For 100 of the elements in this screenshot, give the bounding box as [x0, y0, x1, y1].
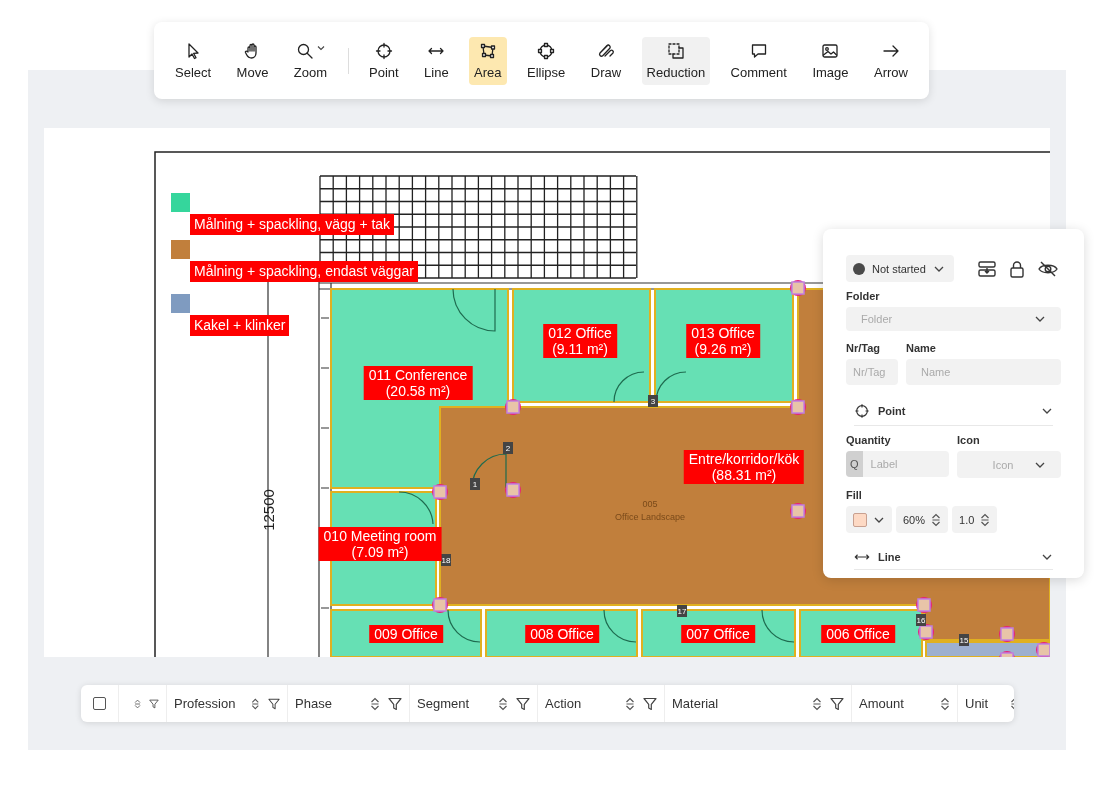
search-icon: [295, 41, 314, 60]
room-label: Entre/korridor/kök (88.31 m²): [683, 450, 805, 484]
sort-icon[interactable]: [812, 696, 822, 711]
chevron-down-icon: [1034, 315, 1046, 323]
fill-color-select[interactable]: [846, 506, 892, 533]
crosshair-icon: [854, 403, 870, 419]
door-tag: 3: [648, 395, 658, 407]
door-tag: 1: [470, 478, 480, 490]
chevron-down-icon: [932, 264, 945, 273]
marker-icon: [790, 399, 806, 415]
marker-icon: [432, 597, 448, 613]
door-tag: 16: [916, 614, 926, 626]
hidden-icon[interactable]: [1037, 260, 1059, 277]
legend-label: Målning + spackling, endast väggar: [190, 261, 418, 282]
legend-label: Kakel + klinker: [190, 315, 290, 336]
room-label: 011 Conference (20.58 m²): [363, 366, 473, 400]
room-label: 010 Meeting room (7.09 m²): [318, 527, 442, 561]
room-label: 008 Office: [525, 625, 599, 643]
filter-icon[interactable]: [268, 696, 280, 711]
marker-icon: [505, 482, 521, 498]
quantity-field[interactable]: Q Label: [846, 451, 949, 477]
sort-icon[interactable]: [625, 696, 635, 711]
door-tag: 18: [441, 554, 451, 566]
layers-icon[interactable]: [977, 259, 997, 278]
marker-icon: [790, 503, 806, 519]
marker-icon: [505, 399, 521, 415]
field-label: Icon: [957, 434, 981, 446]
line-section-header[interactable]: Line: [854, 545, 1053, 570]
chevron-down-icon: [873, 515, 885, 524]
tool-button[interactable]: Area: [469, 36, 507, 85]
marker-icon: [432, 484, 448, 500]
marker-icon: [999, 651, 1015, 657]
crosshair-icon: [374, 41, 393, 60]
filter-icon[interactable]: [830, 696, 844, 711]
tool-button[interactable]: Zoom: [288, 36, 333, 85]
nr-tag-field[interactable]: Nr/Tag: [846, 359, 898, 385]
door-tag: 2: [503, 442, 513, 454]
door-tag: 15: [959, 634, 969, 646]
chevron-down-icon: [1041, 407, 1053, 415]
tool-button[interactable]: Move: [231, 36, 274, 85]
pen-icon: [596, 41, 615, 60]
field-label: Folder: [846, 290, 881, 302]
legend-label: Målning + spackling, vägg + tak: [190, 214, 395, 235]
column-header[interactable]: Segment: [417, 696, 470, 711]
name-field[interactable]: Name: [906, 359, 1061, 385]
filter-icon[interactable]: [388, 696, 402, 711]
marker-icon: [999, 626, 1015, 642]
door-tag: 17: [677, 605, 687, 617]
lock-icon[interactable]: [1009, 259, 1025, 278]
tool-button[interactable]: Draw: [585, 36, 627, 85]
stepper-icon: [980, 512, 991, 527]
line-width-stepper[interactable]: 1.0: [952, 506, 998, 533]
field-label: Quantity: [846, 434, 892, 446]
room-label: 006 Office: [821, 625, 895, 643]
select-all-checkbox[interactable]: [93, 697, 106, 710]
tool-button[interactable]: Ellipse: [522, 36, 571, 85]
tool-button[interactable]: Image: [807, 36, 854, 85]
sort-icon[interactable]: [498, 696, 508, 711]
field-label: Fill: [846, 489, 863, 501]
sort-icon[interactable]: [940, 696, 950, 711]
filter-icon[interactable]: [643, 696, 657, 711]
column-header[interactable]: Profession: [174, 696, 236, 711]
tool-button[interactable]: Select: [170, 36, 217, 85]
tool-button[interactable]: Reduction: [641, 36, 711, 85]
marker-icon: [916, 597, 932, 613]
chevron-down-icon: [1041, 553, 1053, 561]
room-number: 005: [642, 499, 658, 509]
room-label: 012 Office (9.11 m²): [543, 324, 617, 358]
image-icon: [821, 41, 840, 60]
room-label: 007 Office: [681, 625, 755, 643]
tool-button[interactable]: Point: [364, 36, 404, 85]
ellipse-icon: [537, 41, 556, 60]
sort-icon[interactable]: [251, 696, 260, 711]
column-header[interactable]: Action: [545, 696, 582, 711]
field-label: Name: [906, 342, 937, 354]
column-header[interactable]: Unit: [965, 696, 989, 711]
status-dropdown[interactable]: Not started: [846, 255, 954, 282]
room-label: 013 Office (9.26 m²): [686, 324, 760, 358]
column-header[interactable]: Material: [672, 696, 719, 711]
filter-icon[interactable]: [516, 696, 530, 711]
room-label: 009 Office: [369, 625, 443, 643]
field-label: Nr/Tag: [846, 342, 882, 354]
tool-button[interactable]: Comment: [725, 36, 792, 85]
tool-button[interactable]: Arrow: [869, 36, 913, 85]
marker-icon: [918, 624, 934, 640]
room-type: Office Landscape: [615, 512, 685, 522]
marker-icon: [1036, 642, 1050, 657]
subtract-icon: [666, 41, 685, 60]
polygon-icon: [478, 41, 497, 60]
column-header[interactable]: Phase: [295, 696, 332, 711]
sort-icon[interactable]: [370, 696, 380, 711]
marker-icon: [790, 280, 806, 296]
point-section-header[interactable]: Point: [854, 397, 1053, 426]
comment-icon: [749, 41, 768, 60]
filter-icon[interactable]: [149, 696, 159, 711]
stepper-icon: [931, 512, 942, 527]
column-header[interactable]: Amount: [859, 696, 904, 711]
opacity-stepper[interactable]: 60%: [896, 506, 949, 533]
tool-button[interactable]: Line: [419, 36, 454, 85]
chevron-down-icon: [1034, 460, 1046, 469]
